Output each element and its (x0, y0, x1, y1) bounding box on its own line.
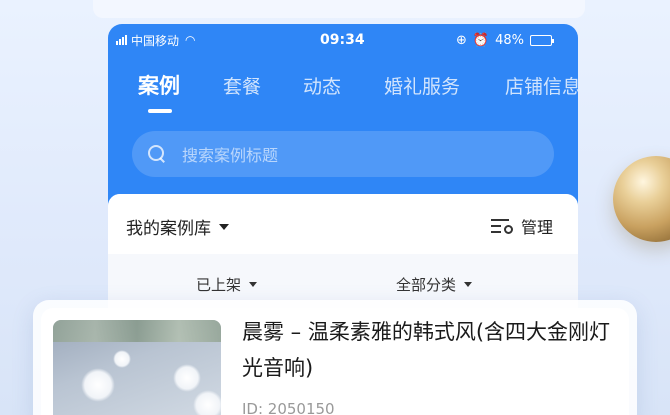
tab-packages[interactable]: 套餐 (223, 72, 261, 99)
phone-frame-top (93, 0, 585, 18)
status-left: 中国移动 ◠ (116, 32, 196, 49)
tab-cases[interactable]: 案例 (138, 70, 180, 100)
tab-moments[interactable]: 动态 (303, 72, 341, 99)
active-tab-indicator (148, 109, 172, 113)
tab-store-info[interactable]: 店铺信息 (505, 72, 578, 99)
rotation-lock-icon: ⊕ (456, 32, 467, 48)
category-filter-label: 全部分类 (396, 276, 457, 294)
search-bar[interactable]: 搜索案例标题 (132, 131, 554, 177)
search-placeholder: 搜索案例标题 (182, 146, 279, 165)
status-bar: 中国移动 ◠ 09:34 ⊕ ⏰ 48% (108, 24, 578, 56)
battery-icon (530, 34, 554, 46)
status-filter[interactable]: 已上架 (196, 274, 258, 295)
signal-icon (116, 35, 127, 45)
manage-label: 管理 (521, 218, 554, 237)
top-tabs: 案例 套餐 动态 婚礼服务 店铺信息 (108, 72, 578, 112)
caret-down-icon (464, 282, 473, 287)
panel-header: 我的案例库 管理 (108, 194, 578, 254)
manage-icon (491, 217, 513, 235)
alarm-icon: ⏰ (472, 32, 490, 48)
filter-bar: 已上架 全部分类 (108, 254, 578, 299)
caret-down-icon (249, 282, 258, 287)
search-icon (148, 145, 166, 163)
case-card[interactable]: 晨雾 – 温柔素雅的韩式风(含四大金刚灯光音响) ID: 2050150 (33, 300, 637, 415)
status-right: ⊕ ⏰ 48% (456, 32, 554, 48)
category-filter[interactable]: 全部分类 (396, 274, 473, 295)
battery-percent: 48% (495, 32, 524, 48)
library-title: 我的案例库 (126, 219, 211, 239)
case-title: 晨雾 – 温柔素雅的韩式风(含四大金刚灯光音响) (242, 320, 611, 380)
wifi-icon: ◠ (185, 33, 196, 47)
status-filter-label: 已上架 (196, 276, 242, 294)
case-id: ID: 2050150 (242, 400, 335, 415)
library-dropdown[interactable]: 我的案例库 (126, 214, 229, 239)
manage-button[interactable]: 管理 (491, 214, 553, 238)
case-thumbnail (53, 320, 221, 415)
status-time: 09:34 (320, 32, 365, 48)
gold-balloon-decoration (613, 156, 670, 242)
tab-wedding-services[interactable]: 婚礼服务 (384, 72, 460, 99)
carrier-label: 中国移动 (131, 33, 180, 48)
caret-down-icon (219, 223, 229, 230)
